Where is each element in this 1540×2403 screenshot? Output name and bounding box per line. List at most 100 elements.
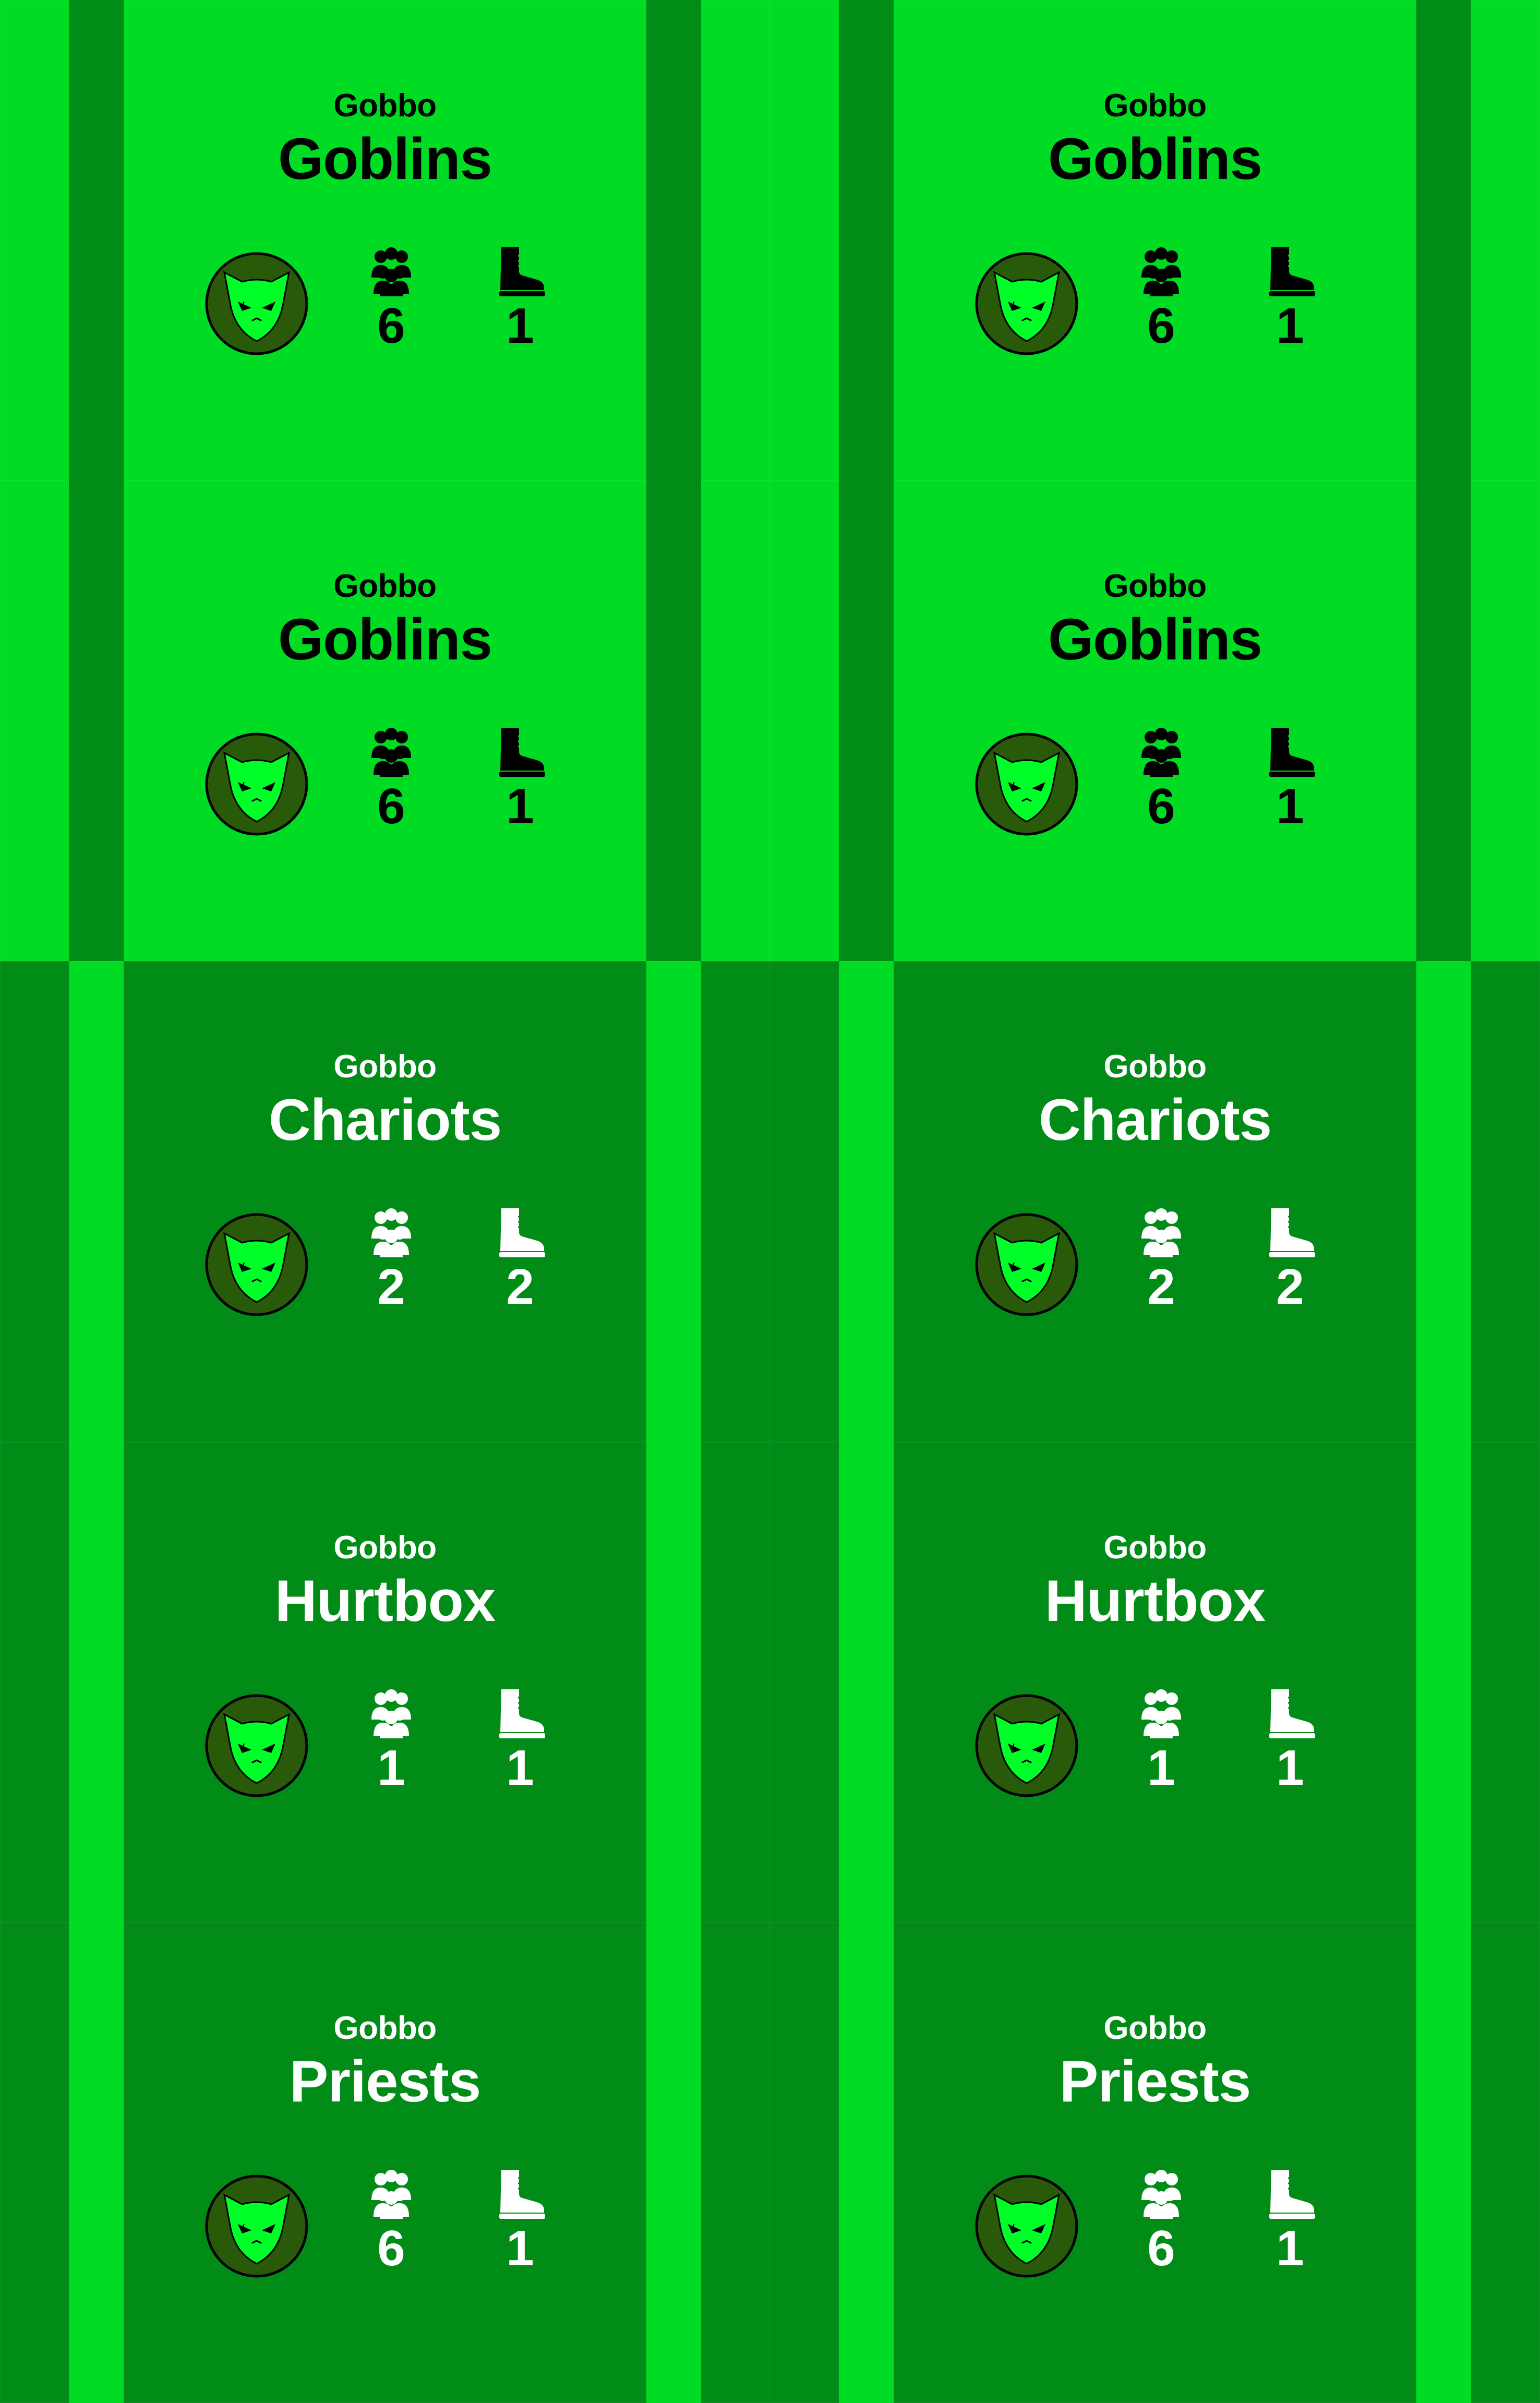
boot-icon — [1269, 1208, 1315, 1258]
unit-count-value: 6 — [1147, 298, 1175, 354]
unit-card[interactable]: Gobbo Priests 6 1 — [0, 1922, 770, 2403]
card-unit-name: Goblins — [278, 607, 492, 672]
unit-count-value: 2 — [1147, 1259, 1175, 1315]
unit-count-value: 6 — [1147, 2220, 1175, 2276]
unit-count-stat: 1 — [1120, 1687, 1203, 1797]
movement-value: 1 — [1276, 2220, 1304, 2276]
movement-stat: 2 — [478, 1206, 562, 1316]
group-of-people-icon — [1141, 1208, 1181, 1258]
unit-card[interactable]: Gobbo Hurtbox 1 1 — [0, 1441, 770, 1923]
unit-count-stat: 6 — [1120, 245, 1203, 355]
movement-stat: 1 — [478, 726, 562, 835]
movement-stat: 1 — [478, 245, 562, 355]
card-unit-name: Goblins — [278, 126, 492, 191]
group-of-people-icon — [1141, 247, 1181, 296]
movement-stat: 1 — [1248, 2168, 1332, 2277]
unit-count-stat: 6 — [1120, 2168, 1203, 2277]
bleed-stripe-left — [69, 480, 124, 962]
movement-value: 2 — [506, 1259, 534, 1315]
boot-icon — [499, 247, 545, 296]
bleed-stripe-left — [69, 1441, 124, 1923]
card-unit-name: Hurtbox — [274, 1568, 496, 1633]
card-faction: Gobbo — [1103, 88, 1207, 124]
unit-card[interactable]: Gobbo Chariots 2 2 — [0, 961, 770, 1442]
card-faction: Gobbo — [333, 2010, 437, 2046]
bleed-stripe-right — [646, 1922, 701, 2403]
bleed-stripe-right — [1416, 1922, 1471, 2403]
goblin-face-icon — [975, 252, 1078, 355]
movement-stat: 1 — [1248, 1687, 1332, 1797]
card-unit-name: Chariots — [268, 1087, 502, 1153]
unit-count-value: 6 — [377, 778, 405, 835]
unit-count-value: 6 — [1147, 778, 1175, 835]
movement-value: 1 — [1276, 1739, 1304, 1796]
bleed-stripe-left — [839, 1441, 894, 1923]
movement-stat: 1 — [1248, 726, 1332, 835]
unit-card[interactable]: Gobbo Hurtbox 1 1 — [770, 1441, 1540, 1923]
card-unit-name: Hurtbox — [1044, 1568, 1266, 1633]
movement-value: 1 — [1276, 778, 1304, 835]
unit-count-stat: 2 — [1120, 1206, 1203, 1316]
goblin-face-icon — [975, 732, 1078, 836]
goblin-face-icon — [205, 732, 308, 836]
movement-value: 1 — [506, 298, 534, 354]
boot-icon — [499, 1208, 545, 1258]
bleed-stripe-right — [646, 480, 701, 962]
boot-icon — [1269, 247, 1315, 296]
unit-count-stat: 6 — [1120, 726, 1203, 835]
bleed-stripe-left — [69, 1922, 124, 2403]
goblin-face-icon — [205, 252, 308, 355]
unit-count-stat: 1 — [350, 1687, 433, 1797]
unit-count-value: 6 — [377, 2220, 405, 2276]
bleed-stripe-right — [646, 1441, 701, 1923]
boot-icon — [1269, 2169, 1315, 2219]
group-of-people-icon — [371, 247, 411, 296]
card-faction: Gobbo — [1103, 2010, 1207, 2046]
unit-count-stat: 6 — [350, 2168, 433, 2277]
movement-value: 1 — [1276, 298, 1304, 354]
group-of-people-icon — [1141, 2169, 1181, 2219]
movement-value: 1 — [506, 1739, 534, 1796]
card-unit-name: Goblins — [1048, 126, 1262, 191]
movement-stat: 1 — [478, 1687, 562, 1797]
card-faction: Gobbo — [1103, 1049, 1207, 1085]
movement-value: 1 — [506, 778, 534, 835]
card-faction: Gobbo — [1103, 1529, 1207, 1566]
unit-count-stat: 2 — [350, 1206, 433, 1316]
unit-card[interactable]: Gobbo Priests 6 1 — [770, 1922, 1540, 2403]
goblin-face-icon — [205, 2174, 308, 2278]
bleed-stripe-left — [839, 961, 894, 1442]
unit-card[interactable]: Gobbo Goblins 6 1 — [0, 480, 770, 962]
card-unit-name: Priests — [1059, 2048, 1252, 2114]
goblin-face-icon — [975, 1213, 1078, 1316]
card-faction: Gobbo — [333, 88, 437, 124]
movement-stat: 1 — [1248, 245, 1332, 355]
goblin-face-icon — [975, 1694, 1078, 1797]
goblin-face-icon — [975, 2174, 1078, 2278]
card-unit-name: Chariots — [1038, 1087, 1272, 1153]
movement-stat: 2 — [1248, 1206, 1332, 1316]
unit-card[interactable]: Gobbo Goblins 6 1 — [0, 0, 770, 481]
unit-count-stat: 6 — [350, 245, 433, 355]
unit-count-value: 1 — [377, 1739, 405, 1796]
card-unit-name: Priests — [289, 2048, 482, 2114]
movement-stat: 1 — [478, 2168, 562, 2277]
card-faction: Gobbo — [333, 568, 437, 605]
bleed-stripe-right — [1416, 0, 1471, 481]
bleed-stripe-right — [1416, 961, 1471, 1442]
goblin-face-icon — [205, 1213, 308, 1316]
boot-icon — [1269, 728, 1315, 777]
unit-card[interactable]: Gobbo Goblins 6 1 — [770, 480, 1540, 962]
unit-count-value: 6 — [377, 298, 405, 354]
unit-card[interactable]: Gobbo Chariots 2 2 — [770, 961, 1540, 1442]
bleed-stripe-right — [646, 961, 701, 1442]
unit-count-value: 1 — [1147, 1739, 1175, 1796]
bleed-stripe-left — [69, 0, 124, 481]
card-sheet: Gobbo Goblins 6 1 Gobbo Goblins 6 1 Gobb… — [0, 0, 1540, 2403]
unit-card[interactable]: Gobbo Goblins 6 1 — [770, 0, 1540, 481]
group-of-people-icon — [371, 1208, 411, 1258]
group-of-people-icon — [371, 728, 411, 777]
boot-icon — [499, 1689, 545, 1738]
bleed-stripe-left — [839, 480, 894, 962]
boot-icon — [499, 728, 545, 777]
